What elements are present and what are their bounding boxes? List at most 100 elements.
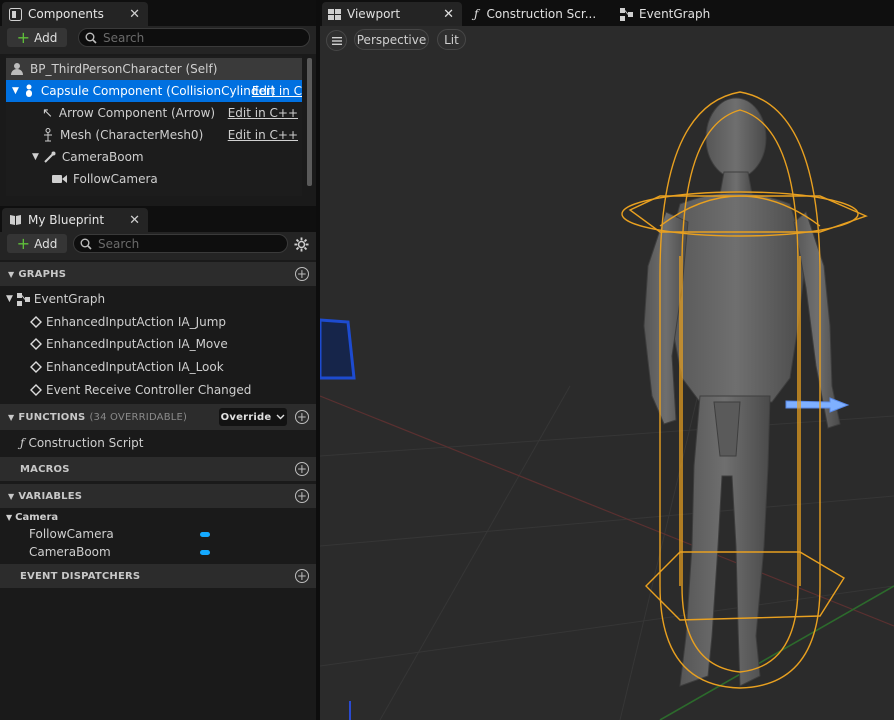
tree-item-arrow-component[interactable]: ↖ Arrow Component (Arrow) Edit in C++: [6, 102, 302, 124]
edit-in-cpp-link[interactable]: Edit in C++: [228, 106, 298, 120]
variables-section-header[interactable]: ▼ VARIABLES +: [0, 484, 318, 508]
my-blueprint-tab-label: My Blueprint: [28, 213, 105, 227]
components-search-placeholder: Search: [103, 30, 145, 45]
functions-overridable-count: (34 OVERRIDABLE): [89, 411, 188, 423]
edit-in-cpp-link[interactable]: Edit in C: [252, 84, 302, 98]
graph-icon: [16, 292, 30, 306]
variable-item-label: FollowCamera: [29, 527, 114, 541]
override-dropdown[interactable]: Override: [219, 408, 287, 426]
graph-event-label: EnhancedInputAction IA_Move: [46, 337, 228, 351]
close-icon[interactable]: ✕: [443, 7, 454, 22]
components-toolbar: + Add Search: [0, 26, 318, 54]
graph-event-item[interactable]: EnhancedInputAction IA_Look: [0, 356, 318, 378]
components-search-input[interactable]: Search: [78, 28, 310, 47]
close-icon[interactable]: ✕: [129, 213, 140, 228]
tab-my-blueprint[interactable]: My Blueprint ✕: [2, 208, 148, 232]
variable-item[interactable]: CameraBoom: [0, 542, 318, 562]
viewport-options-button[interactable]: [326, 30, 347, 51]
add-member-label: Add: [34, 236, 58, 251]
graphs-section-header[interactable]: ▼ GRAPHS +: [0, 262, 318, 286]
event-dispatchers-section-header[interactable]: EVENT DISPATCHERS +: [0, 564, 318, 588]
graph-icon: [620, 7, 633, 21]
tree-item-label: Arrow Component (Arrow): [58, 106, 216, 120]
tree-item-capsule-component[interactable]: ▼ Capsule Component (CollisionCylinder) …: [6, 80, 302, 102]
graph-event-item[interactable]: EnhancedInputAction IA_Jump: [0, 311, 318, 333]
blueprint-tabbar: My Blueprint ✕: [0, 206, 318, 232]
graph-event-label: Event Receive Controller Changed: [46, 383, 252, 397]
event-diamond-icon: [30, 361, 42, 373]
blue-object: [320, 318, 356, 380]
variable-type-pill: [200, 550, 210, 555]
close-icon[interactable]: ✕: [129, 7, 140, 22]
tab-components[interactable]: Components ✕: [2, 2, 148, 26]
tab-eventgraph[interactable]: EventGraph: [620, 2, 750, 26]
eventgraph-tab-label: EventGraph: [639, 7, 711, 21]
skeleton-icon: [44, 128, 52, 142]
add-event-dispatcher-icon[interactable]: +: [295, 569, 309, 583]
blueprint-search-input[interactable]: Search: [73, 234, 288, 253]
component-tree: BP_ThirdPersonCharacter (Self) ▼ Capsule…: [6, 56, 312, 196]
edit-in-cpp-link[interactable]: Edit in C++: [228, 128, 298, 142]
chevron-down-icon: ▼: [8, 491, 15, 501]
chevron-down-icon: ▼: [12, 86, 19, 96]
capsule-icon: [25, 84, 32, 97]
tree-item-label: FollowCamera: [73, 172, 158, 186]
function-icon: ƒ: [474, 7, 479, 21]
camera-icon: [52, 175, 67, 183]
chevron-down-icon: ▼: [32, 152, 39, 162]
functions-section-header[interactable]: ▼ FUNCTIONS (34 OVERRIDABLE) Override +: [0, 404, 318, 430]
chevron-down-icon: ▼: [8, 412, 15, 422]
viewport-tab-label: Viewport: [347, 7, 401, 21]
graph-event-label: EnhancedInputAction IA_Look: [46, 360, 224, 374]
event-dispatchers-header-label: EVENT DISPATCHERS: [20, 570, 141, 582]
lit-button[interactable]: Lit: [437, 29, 466, 50]
event-diamond-icon: [30, 338, 42, 350]
tree-item-label: BP_ThirdPersonCharacter (Self): [30, 62, 218, 76]
add-function-icon[interactable]: +: [295, 410, 309, 424]
graph-event-item[interactable]: EnhancedInputAction IA_Move: [0, 333, 318, 355]
add-component-label: Add: [34, 30, 58, 45]
add-member-button[interactable]: + Add: [7, 234, 67, 253]
graph-event-item[interactable]: Event Receive Controller Changed: [0, 379, 318, 401]
function-item-construction-script[interactable]: ƒ Construction Script: [0, 432, 318, 454]
add-variable-icon[interactable]: +: [295, 489, 309, 503]
tree-item-mesh[interactable]: Mesh (CharacterMesh0) Edit in C++: [6, 124, 302, 146]
tree-item-self[interactable]: BP_ThirdPersonCharacter (Self): [6, 58, 302, 80]
perspective-label: Perspective: [356, 32, 427, 47]
plus-icon: +: [16, 27, 31, 47]
viewport-scene[interactable]: [320, 26, 894, 720]
components-tabbar: Components ✕: [0, 0, 318, 26]
components-tab-label: Components: [28, 7, 104, 21]
spring-arm-icon: [44, 151, 56, 163]
macros-section-header[interactable]: MACROS +: [0, 457, 318, 481]
chevron-down-icon: ▼: [8, 269, 15, 279]
perspective-button[interactable]: Perspective: [354, 29, 429, 50]
variables-header-label: VARIABLES: [18, 490, 83, 502]
functions-header-label: FUNCTIONS: [18, 411, 86, 423]
graph-item-label: EventGraph: [33, 292, 106, 306]
person-icon: [11, 63, 23, 75]
variable-type-pill: [200, 532, 210, 537]
tree-item-label: Mesh (CharacterMesh0): [60, 128, 204, 142]
tab-construction-script[interactable]: ƒ Construction Scr...: [474, 2, 610, 26]
blueprint-search-placeholder: Search: [98, 236, 140, 251]
add-macro-icon[interactable]: +: [295, 462, 309, 476]
viewport-panel: Viewport ✕ ƒ Construction Scr... EventGr…: [320, 0, 894, 720]
construction-tab-label: Construction Scr...: [486, 7, 597, 21]
function-item-label: Construction Script: [28, 436, 144, 450]
tree-item-follow-camera[interactable]: FollowCamera: [6, 168, 302, 190]
plus-icon: +: [16, 233, 31, 253]
search-icon: [85, 32, 97, 44]
component-tree-scrollbar[interactable]: [307, 58, 312, 186]
override-label: Override: [220, 411, 272, 423]
event-diamond-icon: [30, 316, 42, 328]
macros-header-label: MACROS: [20, 463, 70, 475]
tab-viewport[interactable]: Viewport ✕: [322, 2, 462, 26]
variable-item[interactable]: FollowCamera: [0, 524, 318, 544]
add-graph-icon[interactable]: +: [295, 267, 309, 281]
gear-icon[interactable]: [294, 237, 309, 252]
graph-item-eventgraph[interactable]: ▼ EventGraph: [0, 288, 318, 310]
tree-item-camera-boom[interactable]: ▼ CameraBoom: [6, 146, 302, 168]
add-component-button[interactable]: + Add: [7, 28, 67, 47]
chevron-down-icon: ▼: [6, 294, 13, 304]
